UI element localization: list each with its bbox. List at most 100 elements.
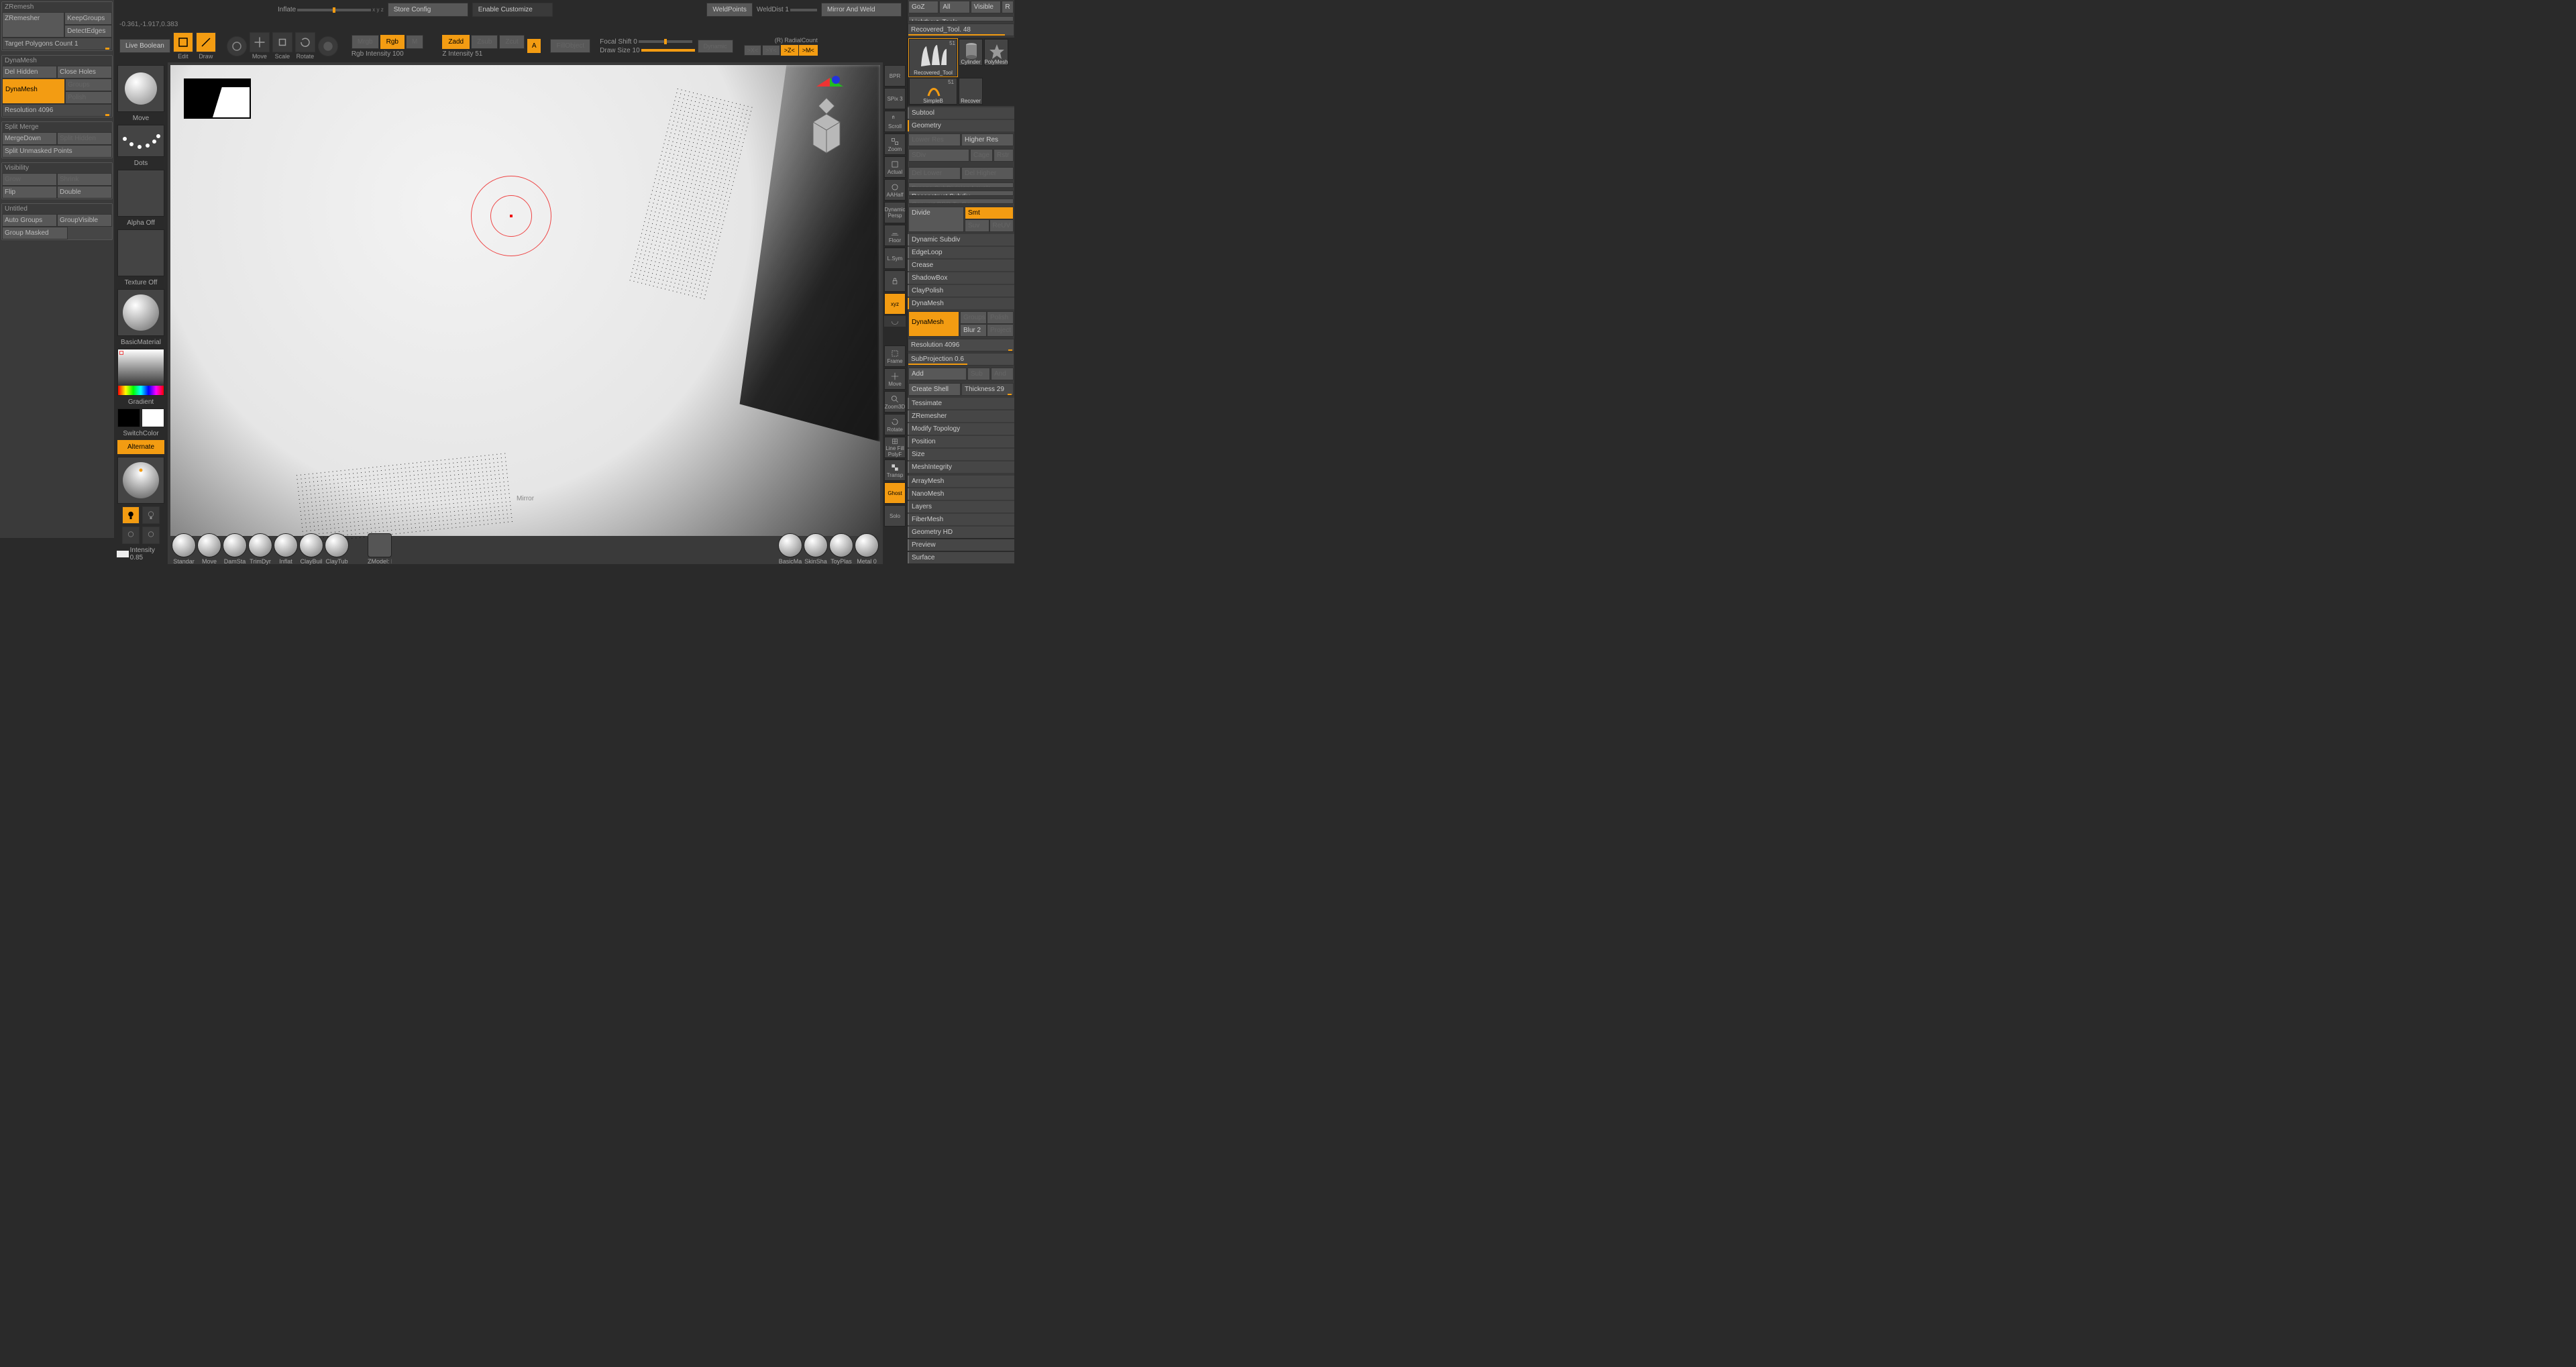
brush-thumb-1[interactable] (197, 533, 221, 557)
rgbintensity-slider[interactable]: Rgb Intensity 100 (352, 50, 424, 58)
zcut-button[interactable]: Zcut (499, 35, 524, 49)
modtopo-header[interactable]: Modify Topology (908, 423, 1014, 435)
rp-resolution-slider[interactable]: Resolution 4096 (908, 339, 1014, 351)
detectedges-button[interactable]: DetectEdges (64, 25, 112, 38)
material-thumb-1[interactable] (804, 533, 828, 557)
and-button[interactable]: And (991, 368, 1014, 380)
tool-thumb-simplebrush[interactable]: 51 SimpleB (909, 78, 957, 105)
zintensity-slider[interactable]: Z Intensity 51 (442, 50, 524, 58)
shadowbox-header[interactable]: ShadowBox (908, 272, 1014, 284)
move-icon[interactable] (250, 32, 270, 52)
sphere-icon[interactable] (318, 36, 338, 56)
resolution-slider[interactable]: Resolution 4096 (2, 104, 112, 117)
zremesher-button[interactable]: ZRemesher (2, 12, 64, 38)
polyf-button[interactable]: Line FillPolyF (884, 437, 906, 458)
nanomesh-header[interactable]: NanoMesh (908, 488, 1014, 500)
m-button[interactable]: M (406, 35, 423, 49)
preview-header[interactable]: Preview (908, 539, 1014, 551)
draw-icon[interactable] (196, 32, 216, 52)
splithidden-button[interactable]: Split Hidden (57, 132, 112, 145)
higherres-button[interactable]: Higher Res (961, 133, 1014, 146)
mergedown-button[interactable]: MergeDown (2, 132, 57, 145)
layers-header[interactable]: Layers (908, 501, 1014, 512)
focalshift-slider[interactable]: Focal Shift 0 (600, 38, 694, 46)
activetool-slider[interactable]: Recovered_Tool. 48 (908, 23, 1014, 36)
material-thumb-3[interactable] (855, 533, 879, 557)
viewport[interactable]: Mirror StandarMoveDamStaTrimDyrInflatCla… (168, 62, 883, 564)
bpr-button[interactable]: BPR (884, 65, 906, 87)
delhidden-button[interactable]: Del Hidden (2, 66, 57, 78)
lowerres-button[interactable]: Lower Res (908, 133, 961, 146)
rotaxis-icon[interactable] (884, 316, 906, 327)
brush-thumb-5[interactable] (299, 533, 323, 557)
rstr-button[interactable]: Rstr (994, 149, 1014, 162)
light-sphere[interactable] (117, 457, 164, 504)
drawsize-slider[interactable]: Draw Size 10 (600, 47, 694, 54)
geometry-header[interactable]: Geometry (908, 120, 1014, 131)
symz-button[interactable]: >Z< (781, 45, 798, 56)
groupvisible-button[interactable]: GroupVisible (57, 214, 112, 227)
solo-button[interactable]: Solo (884, 505, 906, 527)
rp-polish-button[interactable]: Polish (987, 311, 1014, 324)
alternate-button[interactable]: Alternate (117, 440, 164, 454)
spix-button[interactable]: SPix 3 (884, 88, 906, 109)
dynamesh-button[interactable]: DynaMesh (2, 78, 65, 104)
cage-button[interactable]: Cage (970, 149, 993, 162)
reconstruct-button[interactable]: Reconstruct Subdiv (908, 190, 1014, 196)
symx-button[interactable]: >X< (744, 45, 762, 56)
lightbulb-off-icon[interactable] (142, 506, 160, 524)
brush-thumb[interactable] (117, 65, 164, 112)
gizmo-icon[interactable] (227, 36, 247, 56)
alpha-thumb[interactable] (117, 170, 164, 217)
double-button[interactable]: Double (57, 186, 112, 199)
stroke-thumb[interactable] (117, 125, 164, 157)
zadd-button[interactable]: Zadd (442, 35, 470, 49)
texture-thumb[interactable] (117, 229, 164, 276)
tool-thumb-cylinder[interactable]: Cylinder (959, 39, 983, 66)
nav-pawn[interactable] (806, 95, 847, 156)
tool-thumb-polymesh[interactable]: PolyMesh (984, 39, 1008, 66)
divide-button[interactable]: Divide (908, 207, 964, 232)
shrink-button[interactable]: Shrink (57, 173, 112, 186)
scale-icon[interactable] (272, 32, 292, 52)
material-thumb[interactable] (117, 289, 164, 336)
groups-button[interactable]: Groups (65, 78, 112, 91)
add-button[interactable]: Add (908, 368, 967, 380)
size-header[interactable]: Size (908, 449, 1014, 460)
move3d-button[interactable]: Move (884, 368, 906, 390)
zoom3d-button[interactable]: Zoom3D (884, 391, 906, 413)
r-button[interactable]: R (1002, 1, 1014, 13)
swatch-black[interactable] (117, 408, 140, 427)
goz-button[interactable]: GoZ (908, 1, 938, 13)
fillobject-button[interactable]: FillObject (550, 39, 590, 53)
zsub-button[interactable]: Zsub (471, 35, 498, 49)
createshell-button[interactable]: Create Shell (908, 383, 961, 396)
geohd-header[interactable]: Geometry HD (908, 527, 1014, 538)
brush-thumb-0[interactable] (172, 533, 196, 557)
claypolish-header[interactable]: ClayPolish (908, 285, 1014, 296)
dynsubdiv-header[interactable]: Dynamic Subdiv (908, 234, 1014, 245)
grow-button[interactable]: Grow (2, 173, 57, 186)
aahalf-button[interactable]: AAHalf (884, 179, 906, 201)
rotate3d-button[interactable]: Rotate (884, 414, 906, 435)
tool-thumb-active[interactable]: 51 Recovered_Tool (909, 39, 957, 76)
visible-button[interactable]: Visible (971, 1, 1001, 13)
flip-button[interactable]: Flip (2, 186, 57, 199)
crease-header[interactable]: Crease (908, 260, 1014, 271)
rgb-button[interactable]: Rgb (380, 35, 405, 49)
zremesher-header[interactable]: ZRemesher (908, 411, 1014, 422)
rp-dynamesh-button[interactable]: DynaMesh (908, 311, 959, 337)
thickness-slider[interactable]: Thickness 29 (961, 383, 1014, 396)
groupmasked-button[interactable]: Group Masked (2, 227, 68, 239)
material-thumb-0[interactable] (778, 533, 802, 557)
freeze-button[interactable]: Freeze SubDivision Levels (908, 182, 1014, 188)
fibermesh-header[interactable]: FiberMesh (908, 514, 1014, 525)
suv-button[interactable]: Suv (965, 219, 989, 232)
brush-thumb-3[interactable] (248, 533, 272, 557)
convertbpr-button[interactable]: Convert BPR To Geo (908, 199, 1014, 204)
brush-thumb-6[interactable] (325, 533, 349, 557)
edgeloop-header[interactable]: EdgeLoop (908, 247, 1014, 258)
position-header[interactable]: Position (908, 436, 1014, 447)
brush-thumb-2[interactable] (223, 533, 247, 557)
meshint-header[interactable]: MeshIntegrity (908, 461, 1014, 473)
